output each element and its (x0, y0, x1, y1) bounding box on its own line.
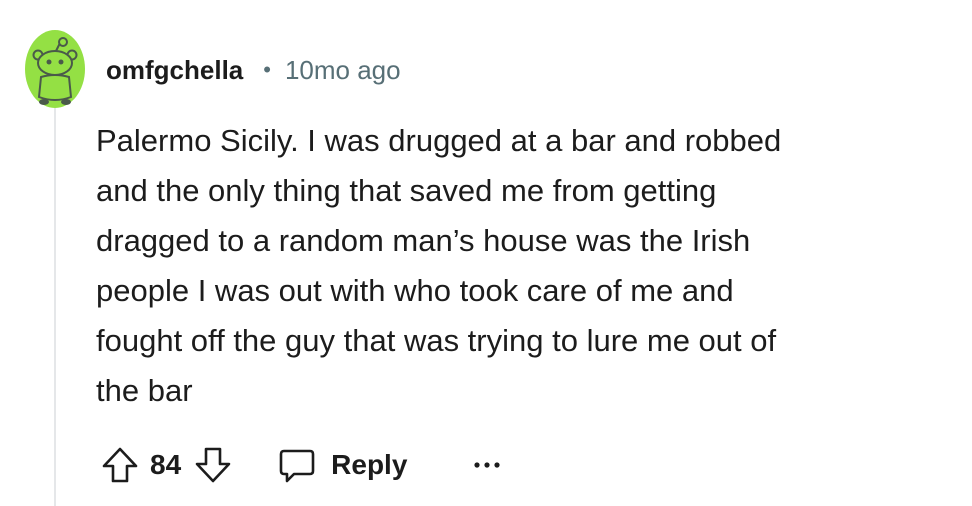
arrow-down-outline-icon (195, 447, 231, 483)
comment-line: and the only thing that saved me from ge… (96, 173, 717, 208)
downvote-button[interactable] (193, 445, 233, 485)
avatar[interactable] (24, 29, 86, 109)
reply-label: Reply (331, 449, 408, 480)
upvote-button[interactable] (100, 445, 140, 485)
comment-header: omfgchella • 10mo ago (106, 50, 401, 90)
arrow-up-outline-icon (102, 447, 138, 483)
meta-separator: • (263, 57, 271, 82)
comment-actions: 84 Reply (100, 440, 501, 490)
username[interactable]: omfgchella (106, 55, 243, 86)
comment-line: fought off the guy that was trying to lu… (96, 323, 777, 358)
vote-count: 84 (150, 449, 182, 480)
comment-body: Palermo Sicily. I was drugged at a bar a… (96, 116, 956, 416)
snoo-avatar-icon (25, 30, 85, 108)
timestamp[interactable]: 10mo ago (285, 55, 401, 86)
comment-line: people I was out with who took care of m… (96, 273, 734, 308)
more-options-button[interactable] (473, 459, 501, 471)
comment-line: Palermo Sicily. I was drugged at a bar a… (96, 123, 782, 158)
thread-line (54, 108, 56, 506)
reply-button[interactable]: Reply (277, 445, 407, 485)
comment-line: dragged to a random man’s house was the … (96, 223, 751, 258)
comment-line: the bar (96, 373, 193, 408)
speech-bubble-icon (279, 449, 315, 483)
ellipsis-icon (474, 462, 501, 468)
